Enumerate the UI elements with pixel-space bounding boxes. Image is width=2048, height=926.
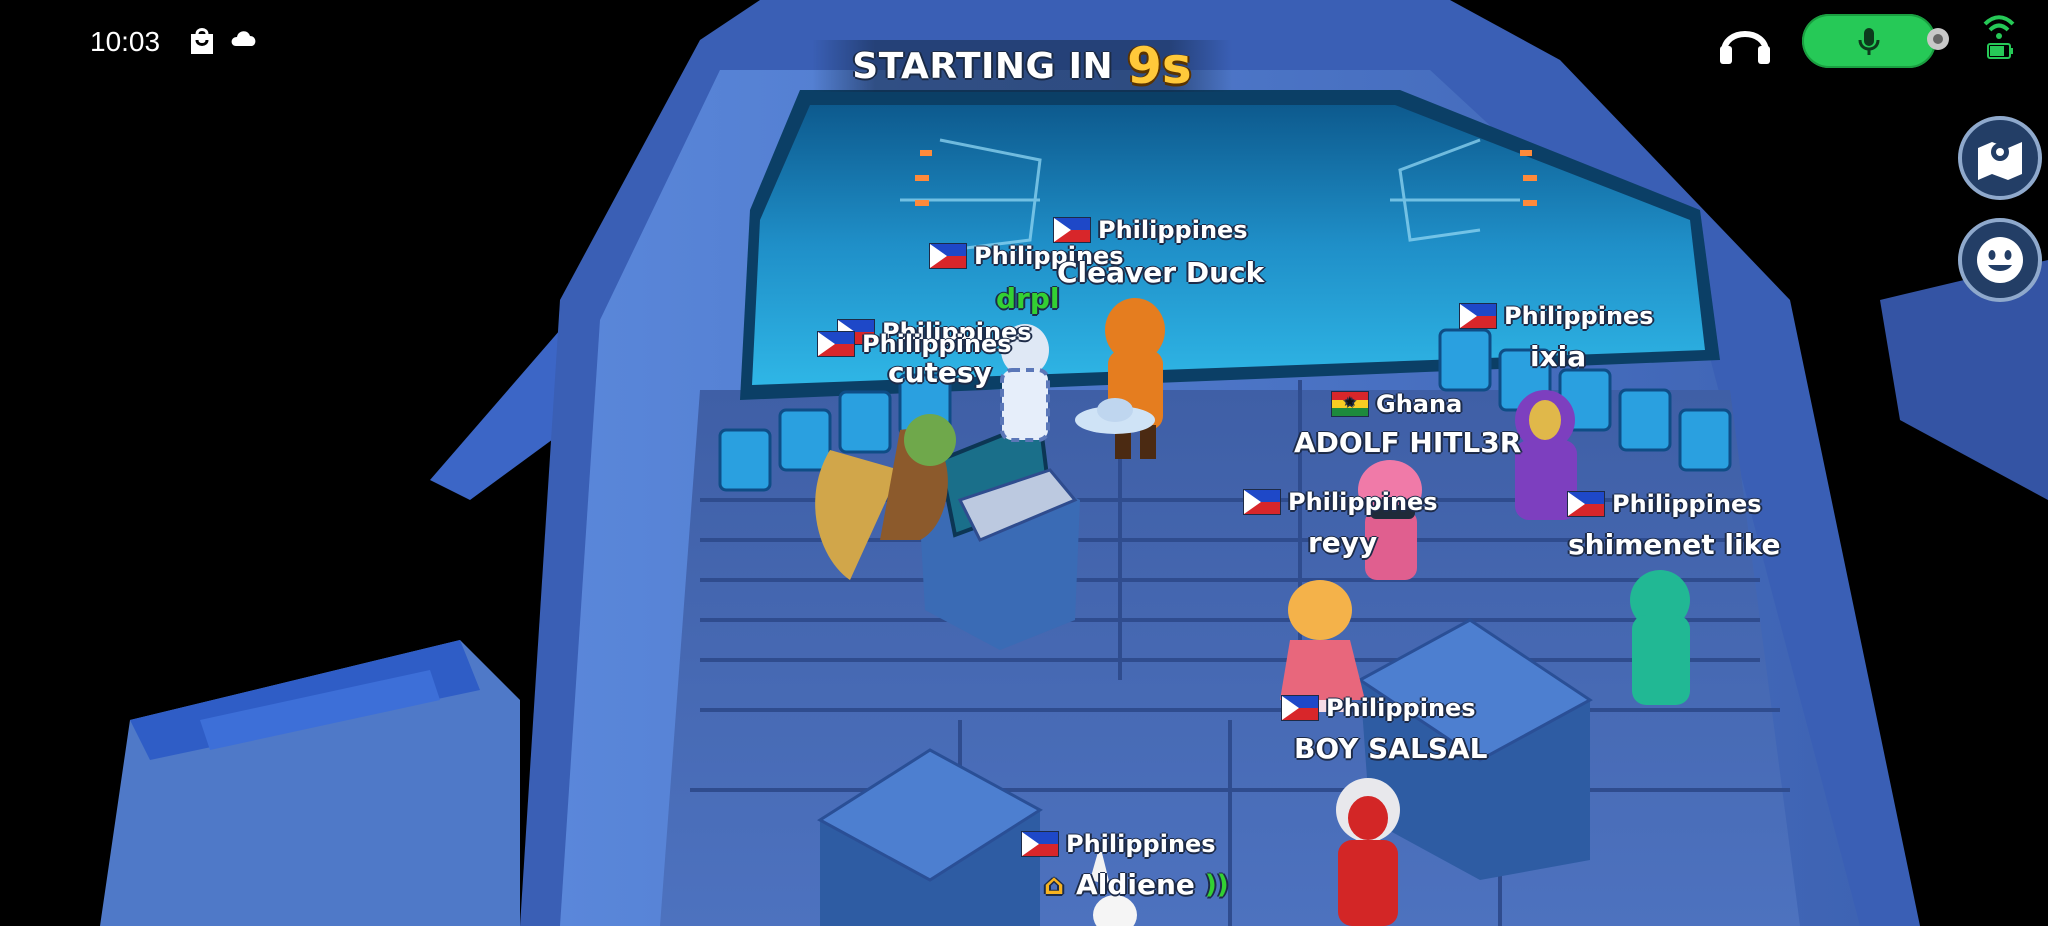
emoji-face-icon (1977, 237, 2023, 283)
player-country-tag: Philippines (818, 330, 1012, 358)
microphone-toggle-button[interactable] (1802, 14, 1936, 68)
cloud-icon (231, 31, 256, 46)
home-host-icon: ⌂ (1044, 868, 1065, 901)
player-name-tag: reyy (1308, 526, 1378, 559)
philippines-flag-icon (1244, 490, 1280, 514)
character-pink-goggles (1358, 460, 1422, 580)
countdown-value: 9s (1127, 37, 1192, 95)
character-red-white (1336, 778, 1400, 926)
ghana-flag-icon (1332, 392, 1368, 416)
player-name-tag-self: drpl (996, 282, 1060, 315)
microphone-icon (1858, 28, 1880, 55)
player-name-tag: ixia (1530, 340, 1587, 373)
emote-button[interactable] (1958, 218, 2042, 302)
philippines-flag-icon (1282, 696, 1318, 720)
player-name-tag: cutesy (888, 356, 992, 389)
bag-notification-icon (191, 28, 213, 54)
player-country-tag: Philippines (1022, 830, 1216, 858)
player-country-tag: Philippines (1054, 216, 1248, 244)
countdown-label: STARTING IN (852, 45, 1114, 87)
map-icon (1978, 142, 2022, 180)
player-name-tag: BOY SALSAL (1294, 732, 1488, 765)
philippines-flag-icon (1568, 492, 1604, 516)
philippines-flag-icon (930, 244, 966, 268)
player-country-tag: Philippines (1568, 490, 1762, 518)
status-bar-time: 10:03 (90, 26, 161, 57)
player-country-tag: Philippines (1282, 694, 1476, 722)
player-name-tag: Cleaver Duck (1057, 256, 1265, 289)
player-country-tag: Philippines (1244, 488, 1438, 516)
player-name-tag-host: ⌂ Aldiene )) (1044, 868, 1229, 901)
player-country-tag: Philippines (1460, 302, 1654, 330)
speaking-waves-icon: )) (1204, 869, 1229, 900)
countdown-banner: STARTING IN 9s (812, 37, 1232, 95)
philippines-flag-icon (1054, 218, 1090, 242)
mic-settings-gear-icon[interactable] (1924, 24, 1952, 54)
map-button[interactable] (1958, 116, 2042, 200)
philippines-flag-icon (1022, 832, 1058, 856)
cockpit-scene (0, 0, 2048, 926)
player-name-tag: ADOLF HITL3R (1294, 426, 1522, 459)
headset-icon[interactable] (1718, 22, 1772, 64)
player-country-tag: Ghana (1332, 390, 1462, 418)
character-green (1630, 570, 1690, 705)
philippines-flag-icon (818, 332, 854, 356)
wifi-icon (1983, 15, 2015, 59)
philippines-flag-icon (1460, 304, 1496, 328)
battery-icon (1987, 43, 2013, 59)
game-screen: 10:03 STARTING IN 9s Philippines Philipp… (0, 0, 2048, 926)
player-name-tag: shimenet like (1568, 528, 1781, 561)
